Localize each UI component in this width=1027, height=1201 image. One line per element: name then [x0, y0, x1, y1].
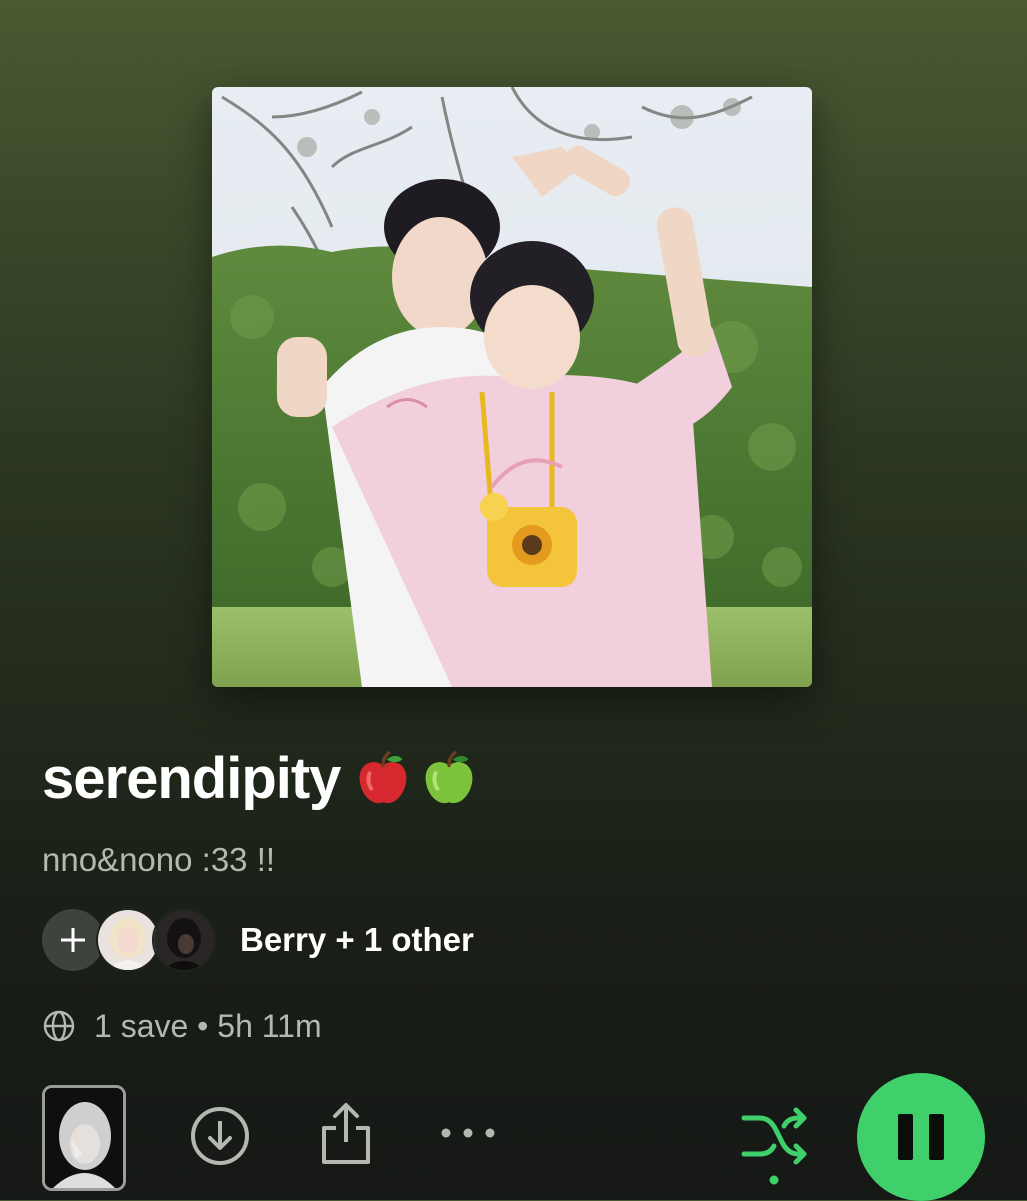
playlist-title-text: serendipity — [42, 746, 341, 811]
plus-icon — [61, 928, 85, 952]
shuffle-button[interactable] — [738, 1100, 810, 1188]
download-button[interactable] — [188, 1104, 252, 1168]
download-icon — [191, 1107, 249, 1165]
playlist-description: nno&nono :33 !! — [42, 841, 276, 878]
more-options-button[interactable] — [436, 1118, 500, 1148]
collaborators-row[interactable]: Berry + 1 other — [42, 908, 474, 972]
add-collaborator-button[interactable] — [42, 909, 104, 971]
playlist-title: serendipity — [42, 742, 480, 816]
collaborators-label[interactable]: Berry + 1 other — [240, 921, 474, 959]
save-count-duration: 1 save • 5h 11m — [94, 1007, 322, 1044]
collaborator-avatar[interactable] — [152, 908, 216, 972]
playlist-meta: 1 save • 5h 11m — [42, 1004, 322, 1048]
playlist-preview-thumbnail[interactable] — [42, 1085, 126, 1191]
more-options-icon — [441, 1128, 495, 1138]
play-pause-button[interactable] — [857, 1073, 985, 1201]
globe-icon — [42, 1009, 76, 1043]
share-icon — [322, 1103, 370, 1164]
green-apple-icon — [418, 748, 480, 810]
shuffle-icon — [741, 1107, 807, 1185]
playlist-cover-image — [212, 87, 812, 687]
pause-icon — [898, 1114, 944, 1160]
collaborator-avatar[interactable] — [96, 908, 160, 972]
red-apple-icon — [352, 748, 414, 810]
share-button[interactable] — [316, 1100, 376, 1166]
